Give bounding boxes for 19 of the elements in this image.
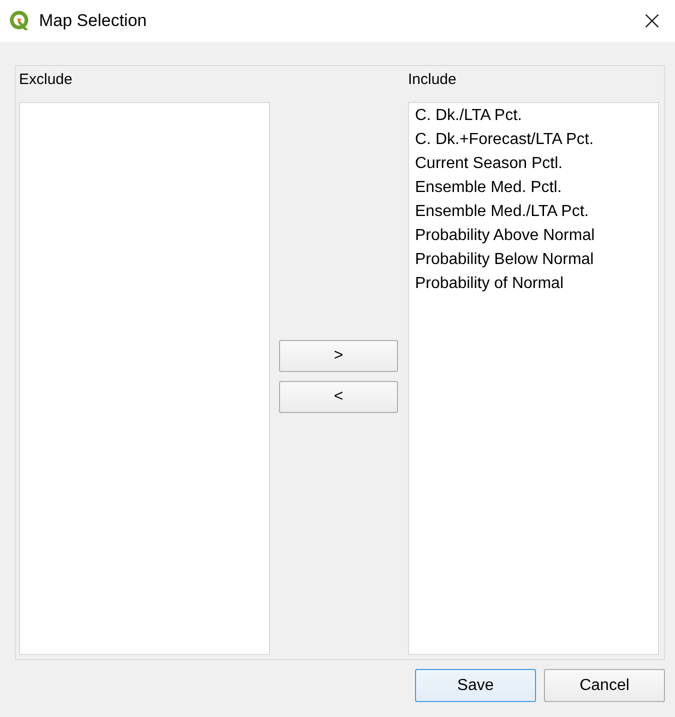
- close-button[interactable]: ×: [629, 0, 675, 42]
- include-list[interactable]: C. Dk./LTA Pct. C. Dk.+Forecast/LTA Pct. Current Season Pctl. Ensemble Med. Pctl. Ensemble Med./LTA Pct. Probability Above Normal Probability Below Normal Probability of Normal: [408, 102, 659, 655]
- include-label: Include: [408, 70, 456, 90]
- list-item[interactable]: C. Dk./LTA Pct.: [415, 104, 652, 128]
- list-item[interactable]: Probability Below Normal: [415, 248, 652, 272]
- list-item[interactable]: C. Dk.+Forecast/LTA Pct.: [415, 128, 652, 152]
- list-item[interactable]: Ensemble Med./LTA Pct.: [415, 200, 652, 224]
- list-item[interactable]: Ensemble Med. Pctl.: [415, 176, 652, 200]
- move-button[interactable]: <: [279, 381, 398, 413]
- list-item[interactable]: Probability Above Normal: [415, 224, 652, 248]
- window-title: Map Selection: [39, 11, 147, 31]
- app-logo-icon: [9, 10, 31, 32]
- save-button[interactable]: Save: [415, 669, 536, 702]
- list-item[interactable]: Probability of Normal: [415, 272, 652, 296]
- list-item[interactable]: Current Season Pctl.: [415, 152, 652, 176]
- cancel-button[interactable]: Cancel: [544, 669, 665, 702]
- exclude-label: Exclude: [19, 70, 72, 90]
- exclude-list[interactable]: [19, 102, 270, 655]
- move-button[interactable]: >: [279, 340, 398, 372]
